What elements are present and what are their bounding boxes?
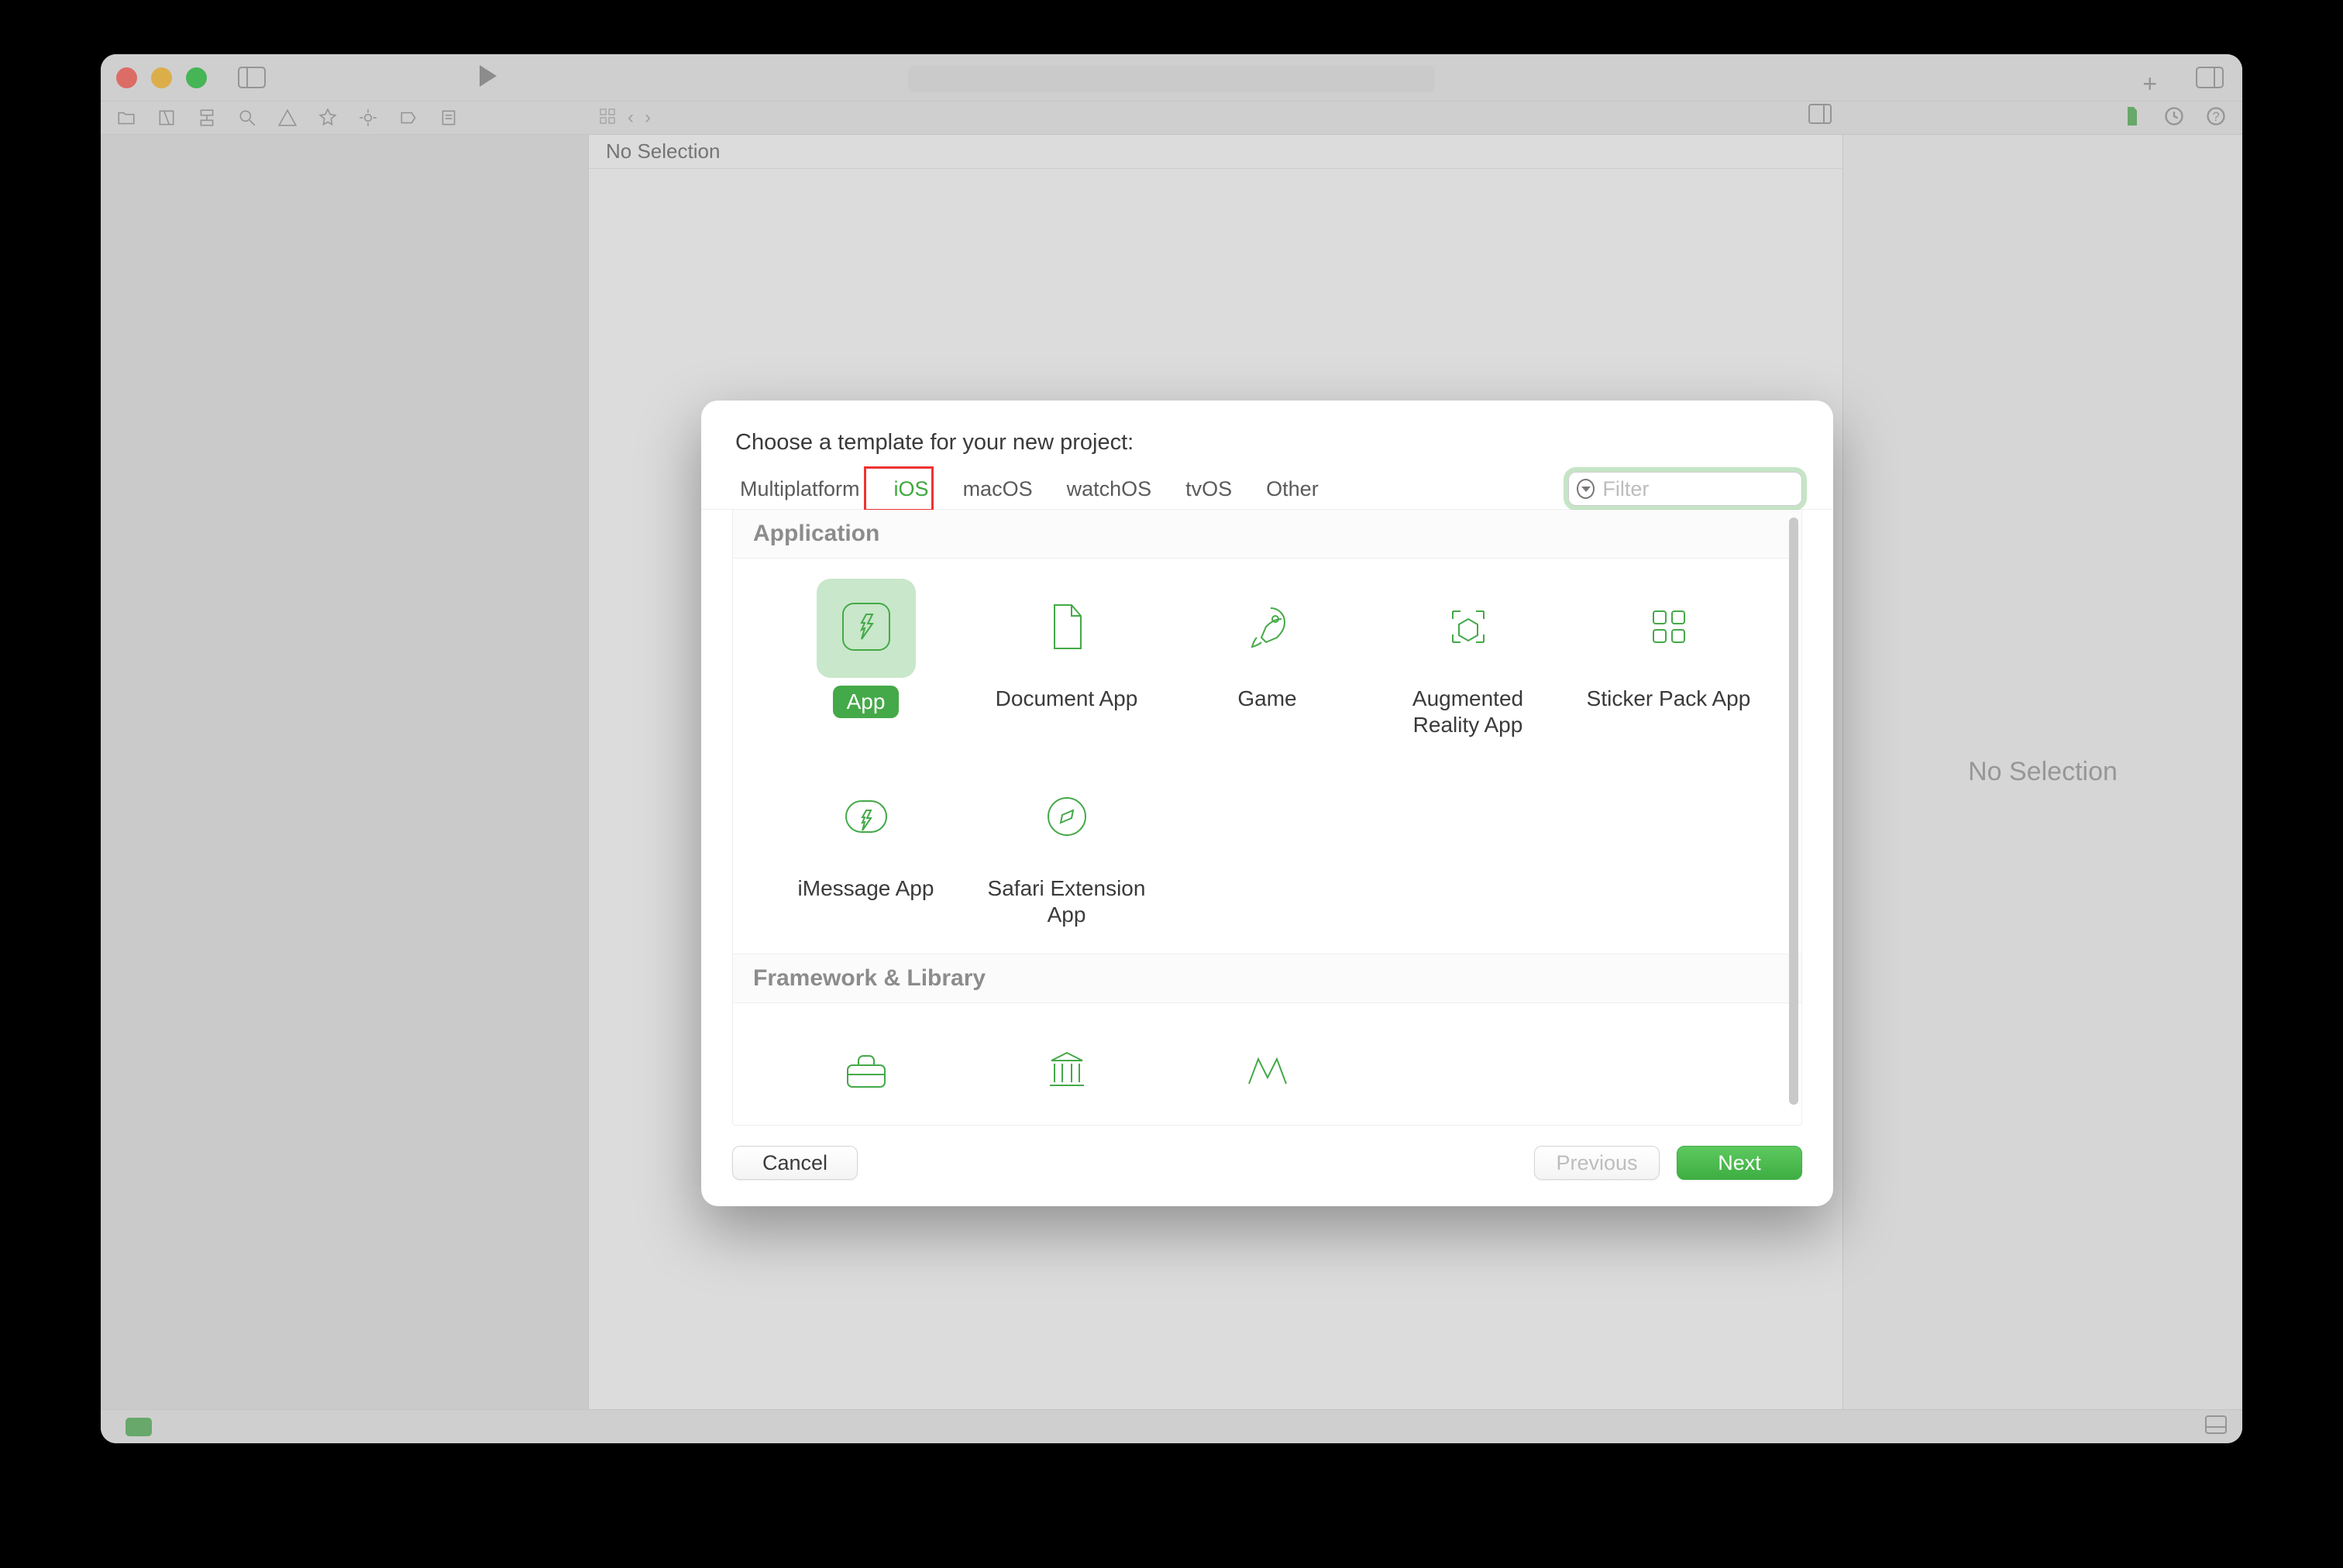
right-sidebar-toggle-icon[interactable] [2196,67,2224,92]
inspector-no-selection-label: No Selection [1968,757,2118,787]
tab-ios[interactable]: iOS [877,469,946,509]
report-nav-icon[interactable] [437,106,460,129]
imessage-app-icon [838,789,894,848]
sheet-footer: Cancel Previous Next [701,1126,1833,1206]
ar-icon [1440,599,1496,658]
related-items-icon[interactable] [598,107,617,129]
navigator-toolbar [101,101,2242,135]
template-framework[interactable]: Framework [766,1017,966,1126]
left-sidebar-toggle-icon[interactable] [238,67,266,88]
navigator-pane [101,135,589,1409]
status-bar [101,1409,2242,1443]
compass-icon [1039,789,1095,848]
tab-watchos[interactable]: watchOS [1050,469,1169,509]
template-sticker-pack[interactable]: Sticker Pack App [1568,573,1769,744]
new-project-sheet: Choose a template for your new project: … [701,401,1833,1206]
debug-nav-icon[interactable] [356,106,380,129]
filter-bar-icon[interactable] [126,1418,152,1436]
tab-tvos[interactable]: tvOS [1168,469,1249,509]
template-metal-library[interactable]: Metal Library [1167,1017,1368,1126]
template-body: Application App Document App [732,510,1802,1126]
run-button-icon[interactable] [473,62,501,94]
breakpoint-nav-icon[interactable] [397,106,420,129]
template-app[interactable]: App [766,573,966,744]
add-tab-icon[interactable]: + [2142,70,2157,98]
library-icon [1039,1044,1095,1103]
cancel-button[interactable]: Cancel [732,1146,858,1180]
issue-nav-icon[interactable] [276,106,299,129]
scheme-capsule[interactable] [908,66,1435,92]
help-inspector-icon[interactable]: ? [2205,105,2227,131]
history-inspector-icon[interactable] [2163,105,2185,131]
doc-icon [1039,599,1095,658]
inspector-pane: No Selection [1842,135,2242,1409]
debug-area-toggle-icon[interactable] [2205,1415,2227,1438]
scrollbar[interactable] [1789,518,1798,1105]
back-chevron-icon[interactable]: ‹ [628,107,634,129]
template-ar-app[interactable]: Augmented Reality App [1368,573,1568,744]
zoom-window-icon[interactable] [186,67,207,88]
framework-grid: Framework Static Library Metal Library [733,1003,1801,1126]
svg-text:?: ? [2212,110,2219,124]
editor-breadcrumb: ‹ › [589,101,660,135]
toolbox-icon [838,1044,894,1103]
filter-field[interactable] [1568,472,1802,506]
traffic-lights [116,67,207,88]
forward-chevron-icon[interactable]: › [645,107,651,129]
template-imessage-app[interactable]: iMessage App [766,762,966,934]
previous-button[interactable]: Previous [1534,1146,1660,1180]
file-inspector-icon[interactable] [2121,105,2143,131]
tab-other[interactable]: Other [1249,469,1336,509]
section-framework-header: Framework & Library [733,954,1801,1003]
source-control-nav-icon[interactable] [155,106,178,129]
template-game[interactable]: Game [1167,573,1368,744]
tab-multiplatform[interactable]: Multiplatform [723,469,877,509]
tab-macos[interactable]: macOS [946,469,1050,509]
folder-nav-icon[interactable] [115,106,138,129]
filter-input[interactable] [1602,477,1794,501]
editor-no-selection-label: No Selection [589,135,1842,169]
application-grid: App Document App Game [733,559,1801,954]
app-icon [838,599,894,658]
minimize-window-icon[interactable] [151,67,172,88]
inspector-toolbar: ? [2121,105,2227,131]
platform-tabs: Multiplatform iOS macOS watchOS tvOS Oth… [701,469,1833,510]
test-nav-icon[interactable] [316,106,339,129]
titlebar: + [101,54,2242,101]
editor-options-icon[interactable] [1808,104,1832,128]
metal-icon [1240,1044,1295,1103]
template-static-library[interactable]: Static Library [966,1017,1167,1126]
sticker-grid-icon [1641,599,1697,658]
template-document-app[interactable]: Document App [966,573,1167,744]
section-application-header: Application [733,510,1801,559]
sheet-title: Choose a template for your new project: [701,401,1833,469]
next-button[interactable]: Next [1677,1146,1802,1180]
rocket-icon [1240,599,1295,658]
template-safari-extension[interactable]: Safari Extension App [966,762,1167,934]
search-nav-icon[interactable] [236,106,259,129]
filter-icon [1577,479,1595,499]
close-window-icon[interactable] [116,67,137,88]
symbol-nav-icon[interactable] [195,106,218,129]
xcode-window: + ‹ › ? No Selection No Selection [101,54,2242,1443]
